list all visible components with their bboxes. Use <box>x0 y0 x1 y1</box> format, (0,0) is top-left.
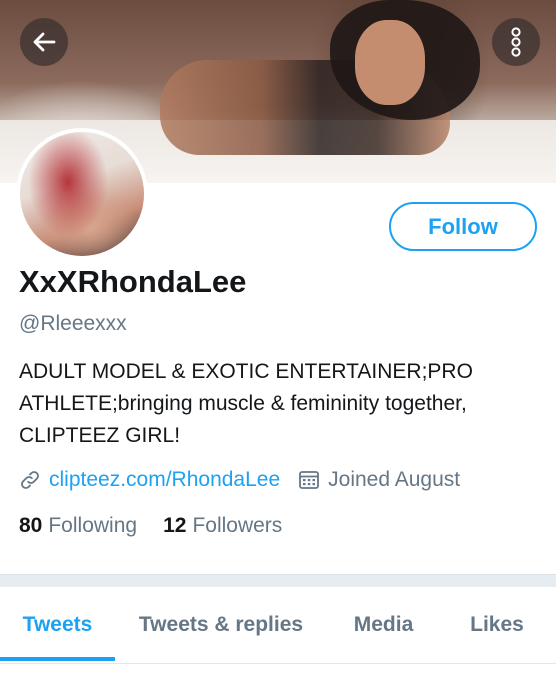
tab-media[interactable]: Media <box>336 587 431 663</box>
link-icon <box>21 471 39 489</box>
joined-label: Joined August <box>328 468 461 491</box>
back-button[interactable] <box>20 18 68 66</box>
website-link[interactable]: clipteez.com/RhondaLee <box>49 468 280 492</box>
profile-meta: clipteez.com/RhondaLee Joined August <box>19 465 460 495</box>
more-vertical-icon <box>511 27 521 57</box>
follow-counts: 80 Following 12 Followers <box>19 514 282 538</box>
tab-likes[interactable]: Likes <box>454 587 540 663</box>
active-tab-indicator <box>0 657 115 661</box>
followers-count-link[interactable]: 12 Followers <box>163 514 282 538</box>
following-count: 80 <box>19 514 43 537</box>
tab-tweets-replies[interactable]: Tweets & replies <box>126 587 316 663</box>
follow-button[interactable]: Follow <box>389 202 537 251</box>
profile-tabs: Tweets Tweets & replies Media Likes <box>0 587 556 664</box>
calendar-icon <box>299 471 320 489</box>
joined-date: Joined August <box>298 468 460 492</box>
bio-line: ADULT MODEL & EXOTIC ENTERTAINER;PRO <box>19 360 473 383</box>
display-name: XxXRhondaLee <box>19 264 247 299</box>
following-label: Following <box>48 514 138 537</box>
bio-line: ATHLETE;bringing muscle & femininity tog… <box>19 392 467 415</box>
profile-bio: ADULT MODEL & EXOTIC ENTERTAINER;PRO ATH… <box>19 356 539 452</box>
avatar-image <box>20 132 144 256</box>
followers-label: Followers <box>192 514 283 537</box>
followers-count: 12 <box>163 514 187 537</box>
back-arrow-icon <box>33 32 56 52</box>
bio-line: CLIPTEEZ GIRL! <box>19 424 181 447</box>
section-divider <box>0 574 556 587</box>
more-options-button[interactable] <box>492 18 540 66</box>
following-count-link[interactable]: 80 Following <box>19 514 137 538</box>
tab-tweets[interactable]: Tweets <box>0 587 115 663</box>
user-handle: @Rleeexxx <box>19 312 127 335</box>
banner-face <box>355 20 425 105</box>
avatar[interactable] <box>16 128 148 260</box>
